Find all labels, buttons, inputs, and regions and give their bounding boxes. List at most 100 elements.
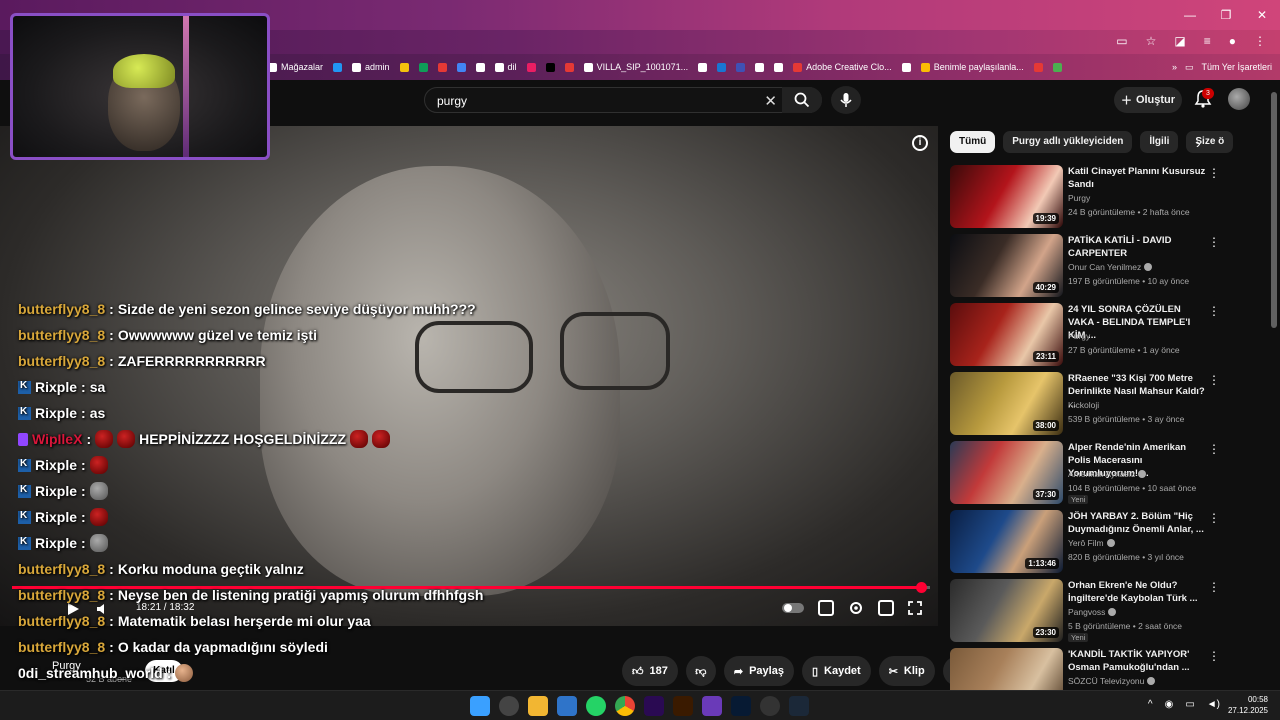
file-explorer-icon[interactable] — [528, 696, 548, 716]
whatsapp-icon[interactable] — [586, 696, 606, 716]
bookmark-item[interactable] — [736, 62, 746, 72]
settings-icon[interactable] — [848, 600, 864, 616]
bookmark-item[interactable] — [475, 62, 485, 72]
bookmark-item[interactable] — [545, 62, 555, 72]
video-title[interactable]: 'KANDİL TAKTİK YAPIYOR' Osman Pamukoğlu'… — [1068, 648, 1206, 674]
filter-chip[interactable]: Tümü — [950, 131, 996, 153]
bookmark-item[interactable]: Mağazalar — [268, 62, 323, 72]
info-icon[interactable]: i — [912, 135, 928, 151]
video-title[interactable]: Orhan Ekren'e Ne Oldu? İngiltere'de Kayb… — [1068, 579, 1206, 605]
autoplay-toggle[interactable] — [782, 603, 804, 613]
video-channel[interactable]: Yerô Film — [1068, 538, 1115, 548]
obs-icon[interactable] — [760, 696, 780, 716]
video-title[interactable]: Katil Cinayet Planını Kusursuz Sandı — [1068, 165, 1206, 191]
recommendation-item[interactable]: 23:30 Orhan Ekren'e Ne Oldu? İngiltere'de… — [950, 576, 1220, 645]
bookmark-item[interactable] — [564, 62, 574, 72]
illustrator-icon[interactable] — [673, 696, 693, 716]
more-options-icon[interactable]: ⋮ — [1208, 166, 1220, 180]
mic-tray-icon[interactable]: ◉ — [1165, 699, 1174, 710]
video-title[interactable]: JÖH YARBAY 2. Bölüm "Hiç Duymadığınız Ön… — [1068, 510, 1206, 536]
video-thumbnail[interactable]: 23:30 — [950, 579, 1063, 642]
all-bookmarks-link[interactable]: Tüm Yer İşaretleri — [1201, 62, 1272, 72]
video-channel[interactable]: Amerikalı Aynasız — [1068, 469, 1147, 479]
video-channel[interactable]: Purgy — [1068, 193, 1090, 203]
video-title[interactable]: PATİKA KATİLİ - DAVID CARPENTER — [1068, 234, 1206, 260]
filter-chip[interactable]: Purgy adlı yükleyiciden — [1003, 131, 1133, 153]
video-thumbnail[interactable]: 37:30 — [950, 441, 1063, 504]
bookmark-item[interactable] — [755, 62, 765, 72]
purple-app-icon[interactable] — [702, 696, 722, 716]
progress-scrubber[interactable] — [915, 582, 927, 593]
more-options-icon[interactable]: ⋮ — [1208, 442, 1220, 456]
chevron-right-icon[interactable]: › — [1196, 135, 1201, 151]
video-thumbnail[interactable]: 38:00 — [950, 372, 1063, 435]
maximize-icon[interactable]: ❐ — [1208, 0, 1244, 30]
dislike-button[interactable]: 👎︎ — [685, 656, 716, 686]
bookmark-item[interactable] — [437, 62, 447, 72]
recommendation-item[interactable]: 1:13:46 JÖH YARBAY 2. Bölüm "Hiç Duymadığ… — [950, 507, 1220, 576]
share-button[interactable]: ➦ Paylaş — [723, 656, 794, 686]
bookmark-item[interactable]: Adobe Creative Clo... — [793, 62, 892, 72]
clip-button[interactable]: ✂ Klip — [878, 656, 935, 686]
clear-search-icon[interactable]: ✕ — [764, 92, 777, 110]
video-thumbnail[interactable]: 1:13:46 — [950, 510, 1063, 573]
more-bookmarks-button[interactable]: » — [1172, 62, 1177, 72]
store-icon[interactable] — [557, 696, 577, 716]
close-icon[interactable]: ✕ — [1244, 0, 1280, 30]
bookmark-item[interactable]: Benimle paylaşılanla... — [920, 62, 1024, 72]
subtitles-icon[interactable] — [818, 600, 834, 616]
recommendation-item[interactable]: 37:30 Alper Rende'nin Amerikan Polis Mace… — [950, 438, 1220, 507]
premiere-icon[interactable] — [644, 696, 664, 716]
recommendation-item[interactable]: 19:39 Katil Cinayet Planını Kusursuz Sand… — [950, 162, 1220, 231]
more-options-icon[interactable]: ⋮ — [1208, 649, 1220, 663]
video-thumbnail[interactable]: 23:11 — [950, 303, 1063, 366]
video-channel[interactable]: SÖZCÜ Televizyonu — [1068, 676, 1156, 686]
photoshop-icon[interactable] — [731, 696, 751, 716]
recommendation-item[interactable]: 23:11 24 YIL SONRA ÇÖZÜLEN VAKA - BELINDA… — [950, 300, 1220, 369]
bookmark-item[interactable] — [1052, 62, 1062, 72]
chrome-icon[interactable] — [615, 696, 635, 716]
like-button[interactable]: 👍︎ 187 — [622, 656, 678, 686]
windows-start-icon[interactable] — [470, 696, 490, 716]
search-input[interactable]: purgy ✕ — [424, 87, 822, 113]
bookmark-item[interactable] — [399, 62, 409, 72]
account-avatar[interactable] — [1228, 88, 1250, 110]
search-button[interactable] — [782, 87, 822, 113]
steam-icon[interactable] — [789, 696, 809, 716]
bookmark-item[interactable] — [717, 62, 727, 72]
bookmark-item[interactable] — [418, 62, 428, 72]
cast-icon[interactable]: ▭ — [1116, 34, 1127, 48]
voice-search-button[interactable] — [831, 86, 861, 114]
bookmark-item[interactable] — [1033, 62, 1043, 72]
filter-chip[interactable]: Size ö — [1186, 131, 1234, 153]
bookmark-item[interactable]: admin — [352, 62, 390, 72]
chevron-up-icon[interactable]: ^ — [1148, 699, 1153, 710]
search-taskbar-icon[interactable] — [499, 696, 519, 716]
bookmark-item[interactable] — [456, 62, 466, 72]
search-query[interactable]: purgy — [437, 94, 467, 108]
bookmark-item[interactable] — [526, 62, 536, 72]
recommendation-item[interactable]: 40:29 PATİKA KATİLİ - DAVID CARPENTER Onur… — [950, 231, 1220, 300]
profile-icon[interactable]: ● — [1229, 34, 1236, 48]
bookmark-item[interactable] — [333, 62, 343, 72]
display-icon[interactable]: ▭ — [1185, 699, 1194, 710]
recommendation-item[interactable]: 38:00 RRaenee "33 Kişi 700 Metre Derinlik… — [950, 369, 1220, 438]
video-thumbnail[interactable]: 40:29 — [950, 234, 1063, 297]
video-channel[interactable]: Kickoloji — [1068, 400, 1099, 410]
filter-chip[interactable]: İlgili — [1140, 131, 1179, 153]
more-options-icon[interactable]: ⋮ — [1208, 373, 1220, 387]
volume-tray-icon[interactable]: ◄) — [1207, 699, 1220, 710]
star-icon[interactable]: ☆ — [1146, 34, 1157, 48]
page-scrollbar[interactable] — [1271, 92, 1277, 328]
system-clock[interactable]: 00:58 27.12.2025 — [1228, 694, 1268, 716]
video-channel[interactable]: Onur Can Yenilmez — [1068, 262, 1153, 272]
more-options-icon[interactable]: ⋮ — [1208, 511, 1220, 525]
bookmark-item[interactable]: VILLA_SIP_1001071... — [583, 62, 688, 72]
create-button[interactable]: ＋ Oluştur — [1114, 87, 1182, 113]
more-options-icon[interactable]: ⋮ — [1208, 580, 1220, 594]
bookmark-item[interactable] — [698, 62, 708, 72]
save-button[interactable]: ▯ Kaydet — [801, 656, 871, 686]
minimize-icon[interactable]: — — [1172, 0, 1208, 30]
extensions-icon[interactable]: ◪ — [1174, 34, 1185, 48]
more-options-icon[interactable]: ⋮ — [1208, 235, 1220, 249]
